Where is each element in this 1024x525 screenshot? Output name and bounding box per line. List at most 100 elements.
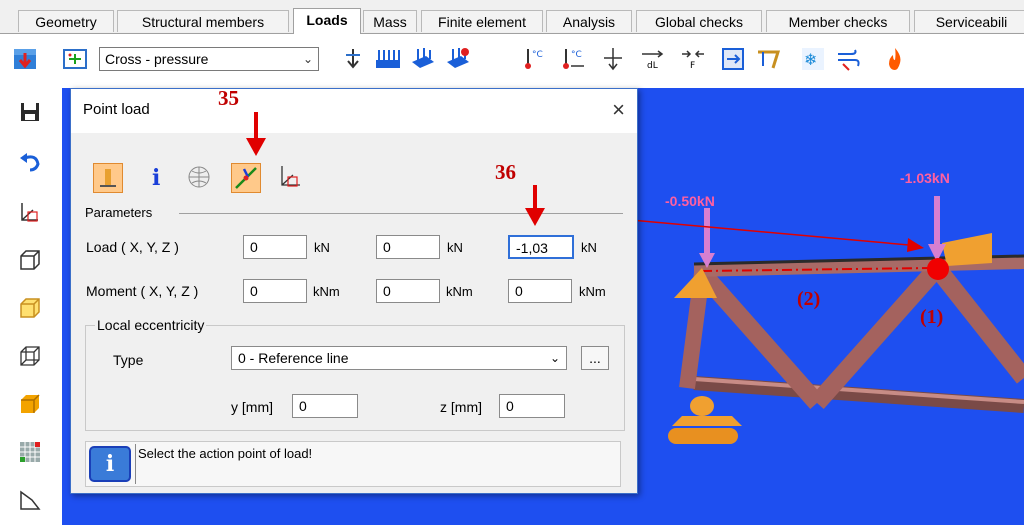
diagonal-member[interactable] — [929, 262, 1024, 384]
moment-label: Moment ( X, Y, Z ) — [86, 283, 199, 299]
moment-z-input[interactable]: 0 — [508, 279, 572, 303]
info-message: Select the action point of load! — [138, 446, 313, 461]
load-value-right: -1.03kN — [900, 170, 950, 186]
undo-icon[interactable] — [18, 150, 42, 174]
load-transfer-icon[interactable] — [720, 46, 746, 72]
moment-y-input[interactable]: 0 — [376, 279, 440, 303]
svg-text:dL: dL — [647, 61, 658, 71]
tab-label: Loads — [306, 12, 348, 28]
parameters-divider — [179, 213, 623, 214]
displacement-load-icon[interactable]: dL — [640, 46, 666, 72]
tab-geometry[interactable]: Geometry — [18, 10, 114, 32]
crane-load-icon[interactable] — [755, 46, 781, 72]
moment-x-input[interactable]: 0 — [243, 279, 307, 303]
tab-mass[interactable]: Mass — [363, 10, 417, 32]
point-load-icon[interactable] — [340, 46, 366, 72]
node-label-1: (1) — [920, 306, 944, 328]
info-mode-button[interactable]: i — [143, 163, 173, 193]
z-offset-input[interactable]: 0 — [499, 394, 565, 418]
moment-z-unit: kNm — [579, 284, 606, 299]
info-icon: i — [152, 165, 160, 191]
svg-text:❄: ❄ — [804, 50, 817, 69]
pencil-icon — [100, 169, 116, 187]
support-bottom-rollers — [668, 428, 738, 444]
eccentricity-type-value: 0 - Reference line — [238, 350, 349, 366]
info-icon: i — [89, 446, 131, 482]
step-36-label: 36 — [495, 160, 516, 184]
new-load-icon[interactable] — [62, 46, 88, 72]
area-load-icon[interactable] — [410, 46, 436, 72]
coordinate-system-icon[interactable] — [18, 200, 42, 224]
step-35-label: 35 — [218, 86, 239, 110]
load-z-input[interactable]: -1,03 — [508, 235, 574, 259]
force-load-icon[interactable]: F — [680, 46, 706, 72]
selected-node[interactable] — [927, 258, 949, 280]
point-on-member-mode-button[interactable] — [231, 163, 261, 193]
load-y-unit: kN — [447, 240, 463, 255]
load-case-icon[interactable] — [12, 46, 38, 72]
tab-analysis[interactable]: Analysis — [546, 10, 632, 32]
more-options-button[interactable]: ... — [581, 346, 609, 370]
load-x-unit: kN — [314, 240, 330, 255]
load-distribution-icon[interactable] — [600, 46, 626, 72]
annotation-pointer-arrowhead — [907, 238, 924, 252]
moment-x-unit: kNm — [313, 284, 340, 299]
support-right-top — [942, 233, 992, 266]
node-mode-button[interactable] — [185, 163, 215, 193]
grid-icon[interactable] — [18, 440, 42, 464]
tab-serviceability[interactable]: Serviceabili — [914, 10, 1024, 32]
moment-y-unit: kNm — [446, 284, 473, 299]
member-load-mode-button[interactable] — [93, 163, 123, 193]
local-axes-mode-button[interactable] — [277, 163, 307, 193]
snow-load-icon[interactable]: ❄ — [800, 46, 826, 72]
left-toolbar — [0, 88, 63, 525]
svg-text:°C: °C — [571, 50, 582, 60]
wind-load-icon[interactable] — [835, 46, 861, 72]
tab-global-checks[interactable]: Global checks — [636, 10, 762, 32]
load-case-value: Cross - pressure — [105, 51, 209, 67]
load-x-input[interactable]: 0 — [243, 235, 307, 259]
local-eccentricity-label: Local eccentricity — [95, 317, 207, 333]
svg-text:i: i — [152, 165, 160, 191]
surface-load-icon[interactable] — [445, 46, 471, 72]
bottom-chord[interactable] — [693, 376, 1024, 413]
load-label: Load ( X, Y, Z ) — [86, 239, 179, 255]
view-outline-icon[interactable] — [18, 344, 42, 368]
line-load-icon[interactable] — [375, 46, 401, 72]
temperature-gradient-icon[interactable]: °C — [560, 46, 586, 72]
tab-label: Mass — [373, 14, 407, 30]
chevron-down-icon: ⌄ — [549, 351, 560, 365]
diagonal-member[interactable] — [810, 262, 944, 409]
support-bottom-hinge — [690, 396, 714, 416]
eccentricity-type-select[interactable]: 0 - Reference line ⌄ — [231, 346, 567, 370]
svg-text:°C: °C — [532, 50, 543, 60]
load-y-input[interactable]: 0 — [376, 235, 440, 259]
sphere-icon — [188, 166, 210, 188]
y-offset-input[interactable]: 0 — [292, 394, 358, 418]
load-z-unit: kN — [581, 240, 597, 255]
tab-label: Serviceabili — [935, 14, 1008, 30]
tab-structural-members[interactable]: Structural members — [117, 10, 289, 32]
tab-member-checks[interactable]: Member checks — [766, 10, 910, 32]
load-value-left: -0.50kN — [665, 193, 715, 209]
dialog-title: Point load — [83, 101, 150, 118]
support-bottom-plate — [672, 416, 742, 426]
polygon-icon[interactable] — [18, 488, 42, 512]
view-wireframe-icon[interactable] — [18, 248, 42, 272]
tab-loads[interactable]: Loads — [293, 8, 361, 34]
view-shaded-icon[interactable] — [18, 392, 42, 416]
load-case-select[interactable]: Cross - pressure ⌄ — [99, 47, 319, 71]
tab-label: Global checks — [655, 14, 743, 30]
info-separator — [135, 444, 136, 484]
view-solid-icon[interactable] — [18, 296, 42, 320]
y-offset-label: y [mm] — [231, 399, 273, 415]
temperature-icon[interactable]: °C — [520, 46, 546, 72]
save-icon[interactable] — [18, 100, 42, 124]
svg-text:F: F — [690, 61, 695, 71]
point-on-line-icon — [235, 167, 257, 189]
tab-finite-element[interactable]: Finite element — [421, 10, 543, 32]
fire-icon[interactable] — [882, 46, 908, 72]
close-button[interactable]: × — [612, 97, 625, 123]
z-offset-label: z [mm] — [440, 399, 482, 415]
point-load-dialog: Point load × i Parameters Load ( X, Y, Z… — [70, 88, 638, 494]
